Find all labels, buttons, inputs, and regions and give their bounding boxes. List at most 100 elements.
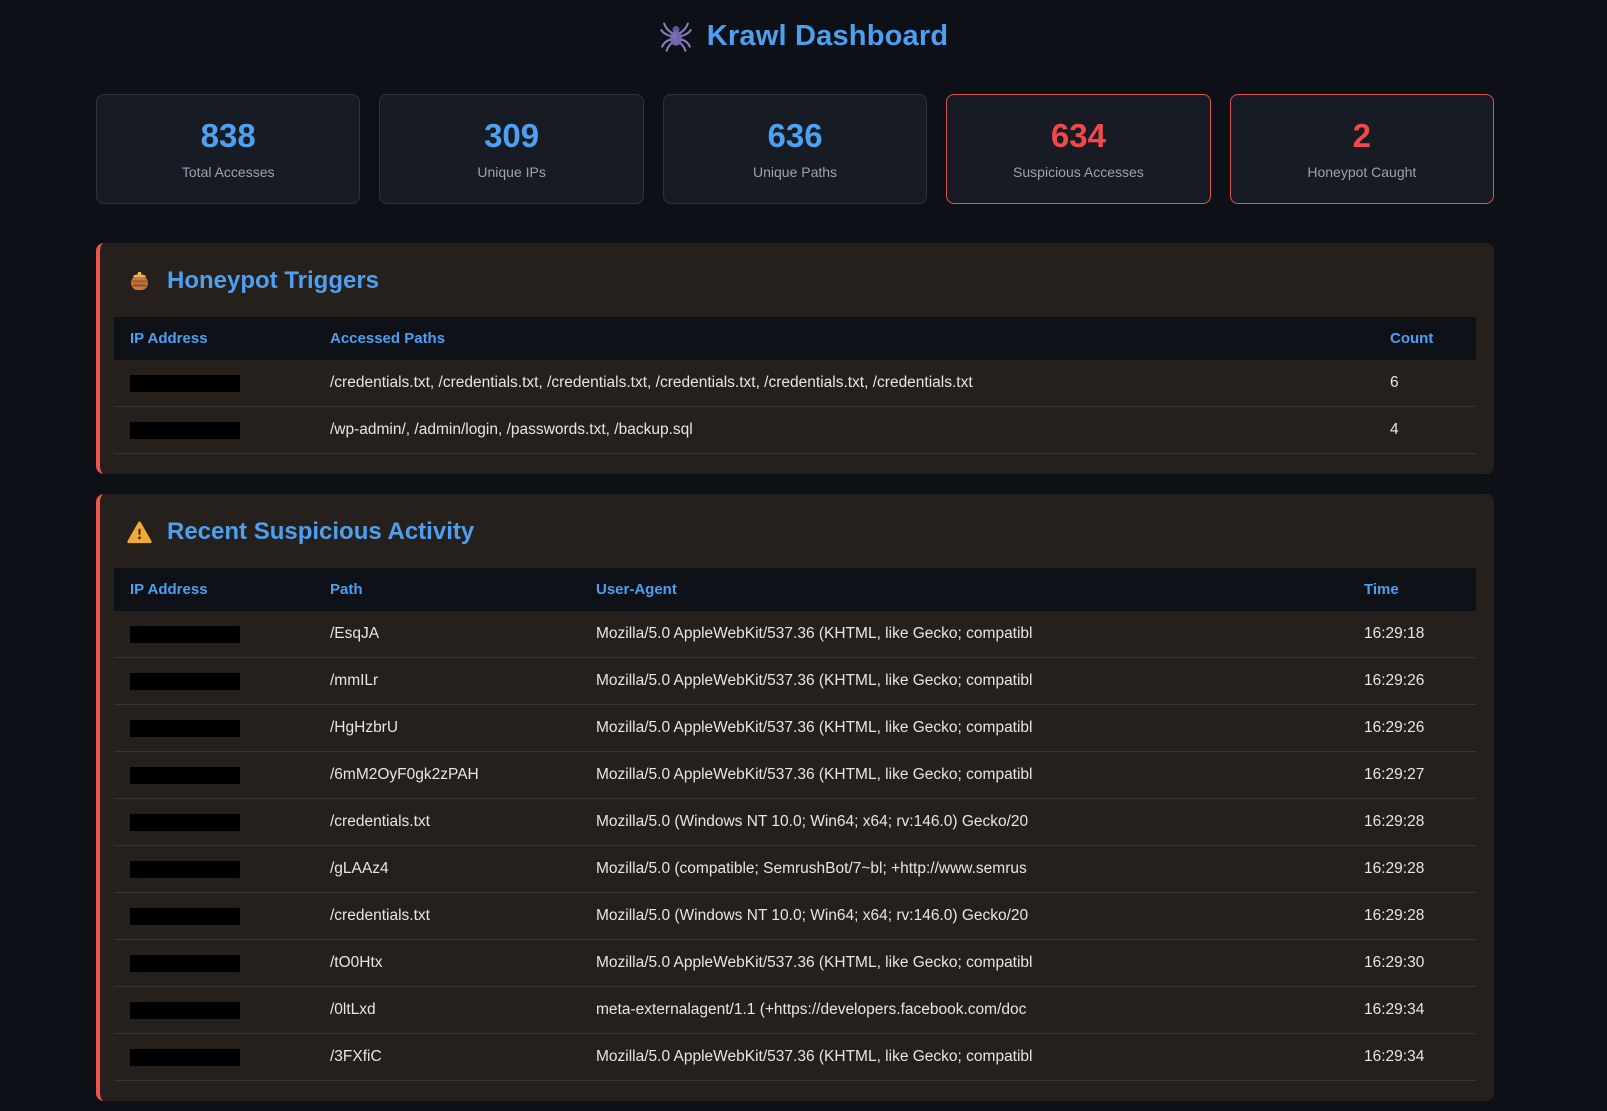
ip-cell bbox=[114, 752, 314, 799]
redacted-ip-bar bbox=[130, 908, 240, 925]
ip-cell bbox=[114, 940, 314, 987]
redacted-ip-bar bbox=[130, 1049, 240, 1066]
warning-icon bbox=[126, 519, 153, 546]
table-row: /6mM2OyF0gk2zPAH Mozilla/5.0 AppleWebKit… bbox=[114, 752, 1476, 799]
col-header-path: Path bbox=[314, 568, 580, 611]
honeypot-table: IP Address Accessed Paths Count /credent… bbox=[114, 317, 1476, 454]
honeypot-icon bbox=[126, 268, 153, 295]
app-header: Krawl Dashboard bbox=[0, 0, 1607, 58]
page-title: Krawl Dashboard bbox=[707, 20, 949, 53]
redacted-ip-bar bbox=[130, 626, 240, 643]
ip-cell bbox=[114, 611, 314, 658]
user-agent-cell: Mozilla/5.0 AppleWebKit/537.36 (KHTML, l… bbox=[580, 752, 1348, 799]
redacted-ip-bar bbox=[130, 1002, 240, 1019]
time-cell: 16:29:34 bbox=[1348, 987, 1476, 1034]
redacted-ip-bar bbox=[130, 955, 240, 972]
ip-cell bbox=[114, 407, 314, 454]
path-cell: /tO0Htx bbox=[314, 940, 580, 987]
time-cell: 16:29:34 bbox=[1348, 1034, 1476, 1081]
path-cell: /mmILr bbox=[314, 658, 580, 705]
path-cell: /6mM2OyF0gk2zPAH bbox=[314, 752, 580, 799]
stat-card-honeypot-caught: 2 Honeypot Caught bbox=[1230, 94, 1494, 204]
time-cell: 16:29:26 bbox=[1348, 658, 1476, 705]
ip-cell bbox=[114, 799, 314, 846]
spider-icon bbox=[659, 19, 693, 53]
count-cell: 4 bbox=[1374, 407, 1476, 454]
time-cell: 16:29:26 bbox=[1348, 705, 1476, 752]
time-cell: 16:29:28 bbox=[1348, 799, 1476, 846]
stat-label: Total Accesses bbox=[182, 164, 275, 180]
stat-value: 636 bbox=[767, 118, 822, 154]
path-cell: /credentials.txt bbox=[314, 799, 580, 846]
stat-card-unique-paths: 636 Unique Paths bbox=[663, 94, 927, 204]
honeypot-panel-title: Honeypot Triggers bbox=[126, 267, 1476, 295]
stat-card-total-accesses: 838 Total Accesses bbox=[96, 94, 360, 204]
table-row: /HgHzbrU Mozilla/5.0 AppleWebKit/537.36 … bbox=[114, 705, 1476, 752]
col-header-time: Time bbox=[1348, 568, 1476, 611]
redacted-ip-bar bbox=[130, 375, 240, 392]
time-cell: 16:29:28 bbox=[1348, 893, 1476, 940]
redacted-ip-bar bbox=[130, 720, 240, 737]
redacted-ip-bar bbox=[130, 814, 240, 831]
stat-card-suspicious-accesses: 634 Suspicious Accesses bbox=[946, 94, 1210, 204]
table-row: /gLAAz4 Mozilla/5.0 (compatible; Semrush… bbox=[114, 846, 1476, 893]
path-cell: /HgHzbrU bbox=[314, 705, 580, 752]
table-row: /mmILr Mozilla/5.0 AppleWebKit/537.36 (K… bbox=[114, 658, 1476, 705]
path-cell: /0ltLxd bbox=[314, 987, 580, 1034]
stat-card-unique-ips: 309 Unique IPs bbox=[379, 94, 643, 204]
stats-row: 838 Total Accesses 309 Unique IPs 636 Un… bbox=[96, 94, 1494, 204]
time-cell: 16:29:27 bbox=[1348, 752, 1476, 799]
user-agent-cell: Mozilla/5.0 AppleWebKit/537.36 (KHTML, l… bbox=[580, 940, 1348, 987]
col-header-accessed-paths: Accessed Paths bbox=[314, 317, 1374, 360]
stat-label: Unique Paths bbox=[753, 164, 837, 180]
ip-cell bbox=[114, 360, 314, 407]
user-agent-cell: Mozilla/5.0 AppleWebKit/537.36 (KHTML, l… bbox=[580, 658, 1348, 705]
stat-value: 838 bbox=[201, 118, 256, 154]
redacted-ip-bar bbox=[130, 422, 240, 439]
stat-value: 309 bbox=[484, 118, 539, 154]
user-agent-cell: Mozilla/5.0 (compatible; SemrushBot/7~bl… bbox=[580, 846, 1348, 893]
path-cell: /3FXfiC bbox=[314, 1034, 580, 1081]
activity-table-header-row: IP Address Path User-Agent Time bbox=[114, 568, 1476, 611]
path-cell: /credentials.txt bbox=[314, 893, 580, 940]
time-cell: 16:29:18 bbox=[1348, 611, 1476, 658]
stat-value: 634 bbox=[1051, 118, 1106, 154]
redacted-ip-bar bbox=[130, 767, 240, 784]
table-row: /3FXfiC Mozilla/5.0 AppleWebKit/537.36 (… bbox=[114, 1034, 1476, 1081]
dashboard-page: Krawl Dashboard 838 Total Accesses 309 U… bbox=[96, 0, 1494, 1101]
ip-cell bbox=[114, 658, 314, 705]
user-agent-cell: Mozilla/5.0 (Windows NT 10.0; Win64; x64… bbox=[580, 893, 1348, 940]
col-header-ip-address: IP Address bbox=[114, 317, 314, 360]
user-agent-cell: Mozilla/5.0 (Windows NT 10.0; Win64; x64… bbox=[580, 799, 1348, 846]
col-header-user-agent: User-Agent bbox=[580, 568, 1348, 611]
path-cell: /gLAAz4 bbox=[314, 846, 580, 893]
table-row: /credentials.txt, /credentials.txt, /cre… bbox=[114, 360, 1476, 407]
user-agent-cell: Mozilla/5.0 AppleWebKit/537.36 (KHTML, l… bbox=[580, 611, 1348, 658]
table-row: /0ltLxd meta-externalagent/1.1 (+https:/… bbox=[114, 987, 1476, 1034]
user-agent-cell: Mozilla/5.0 AppleWebKit/537.36 (KHTML, l… bbox=[580, 1034, 1348, 1081]
table-row: /tO0Htx Mozilla/5.0 AppleWebKit/537.36 (… bbox=[114, 940, 1476, 987]
table-row: /credentials.txt Mozilla/5.0 (Windows NT… bbox=[114, 799, 1476, 846]
honeypot-triggers-panel: Honeypot Triggers IP Address Accessed Pa… bbox=[96, 243, 1494, 474]
activity-panel-title: Recent Suspicious Activity bbox=[126, 518, 1476, 546]
redacted-ip-bar bbox=[130, 673, 240, 690]
table-row: /credentials.txt Mozilla/5.0 (Windows NT… bbox=[114, 893, 1476, 940]
stat-label: Suspicious Accesses bbox=[1013, 164, 1144, 180]
redacted-ip-bar bbox=[130, 861, 240, 878]
path-cell: /EsqJA bbox=[314, 611, 580, 658]
ip-cell bbox=[114, 987, 314, 1034]
stat-label: Honeypot Caught bbox=[1307, 164, 1416, 180]
time-cell: 16:29:30 bbox=[1348, 940, 1476, 987]
stat-value: 2 bbox=[1353, 118, 1371, 154]
honeypot-table-header-row: IP Address Accessed Paths Count bbox=[114, 317, 1476, 360]
ip-cell bbox=[114, 705, 314, 752]
ip-cell bbox=[114, 846, 314, 893]
panel-title-text: Honeypot Triggers bbox=[167, 267, 379, 295]
stat-label: Unique IPs bbox=[477, 164, 545, 180]
activity-table: IP Address Path User-Agent Time /EsqJA M… bbox=[114, 568, 1476, 1081]
ip-cell bbox=[114, 893, 314, 940]
count-cell: 6 bbox=[1374, 360, 1476, 407]
ip-cell bbox=[114, 1034, 314, 1081]
paths-cell: /credentials.txt, /credentials.txt, /cre… bbox=[314, 360, 1374, 407]
col-header-ip-address: IP Address bbox=[114, 568, 314, 611]
